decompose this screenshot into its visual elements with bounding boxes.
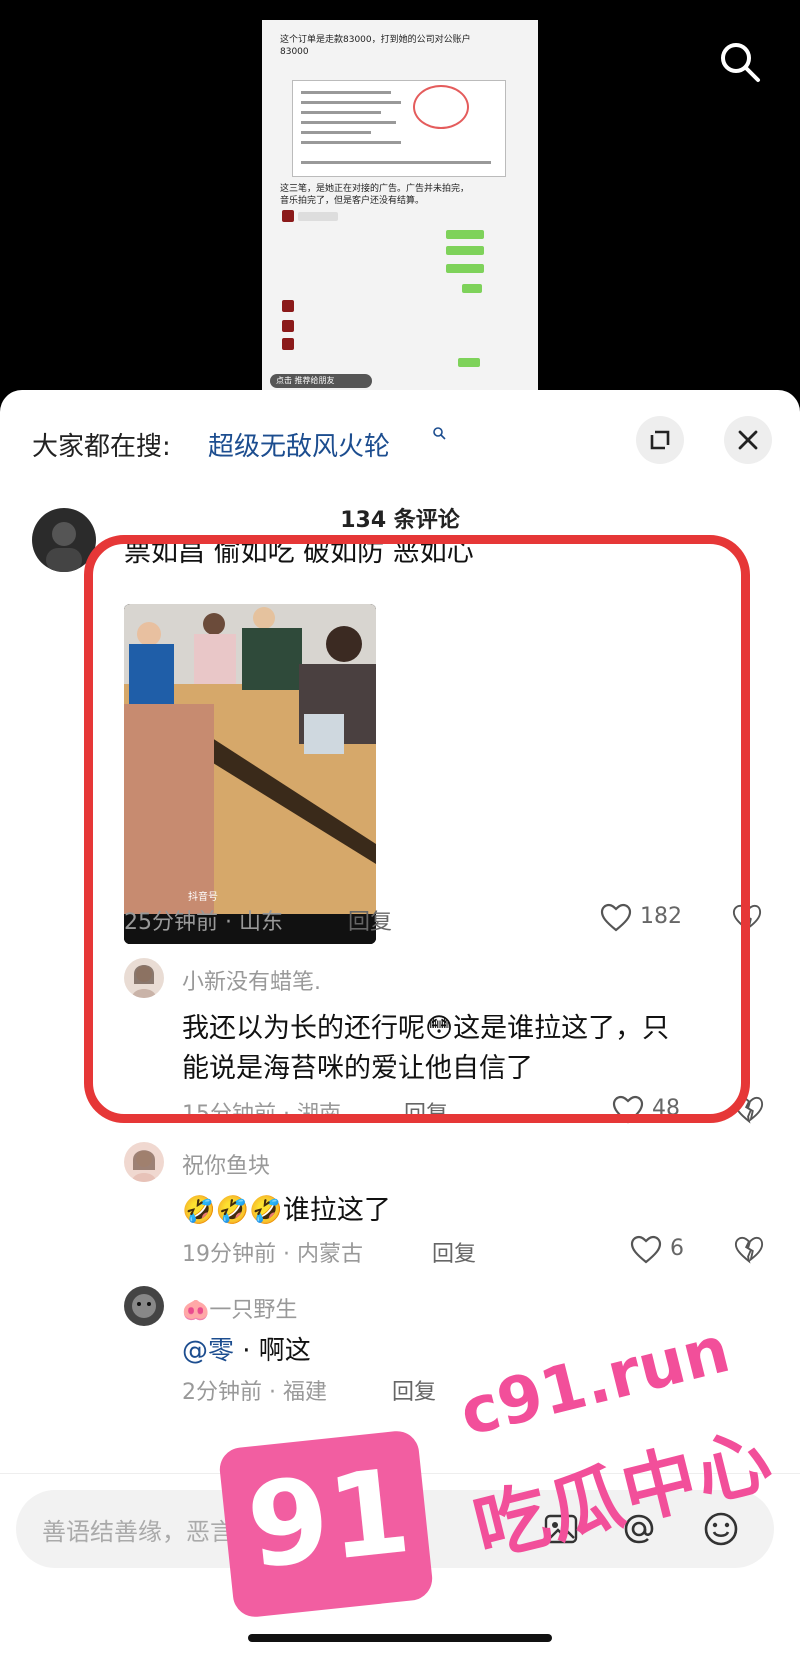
reply-button[interactable]: 回复	[392, 1374, 436, 1406]
seal-stamp	[413, 85, 469, 129]
trending-prefix: 大家都在搜:	[32, 432, 171, 462]
avatar[interactable]	[124, 1142, 164, 1182]
video-player[interactable]: 这个订单是走款83000，打到她的公司对公账户 83000 这三笔，是她正在对接…	[0, 0, 800, 400]
home-indicator	[248, 1634, 552, 1642]
close-icon[interactable]	[724, 416, 772, 464]
share-hint: 点击 推荐给朋友	[270, 374, 372, 388]
comment-body: · 啊这	[234, 1336, 311, 1366]
like-count: 6	[670, 1236, 684, 1261]
mention-link[interactable]: @零	[182, 1336, 234, 1366]
video-frame: 这个订单是走款83000，打到她的公司对公账户 83000 这三笔，是她正在对接…	[262, 20, 538, 390]
video-caption-line3: 这三笔，是她正在对接的广告。广告并未拍完，	[280, 184, 470, 194]
watermark-number: 91	[241, 1443, 417, 1596]
video-caption-line2: 83000	[280, 47, 309, 57]
comment-meta: 19分钟前 · 内蒙古	[182, 1242, 363, 1267]
username[interactable]: 🐽一只野生	[182, 1292, 297, 1324]
video-caption-line1: 这个订单是走款83000，打到她的公司对公账户	[280, 35, 471, 45]
username[interactable]: 祝你鱼块	[182, 1148, 270, 1180]
reply-button[interactable]: 回复	[432, 1236, 476, 1268]
comment-meta: 2分钟前 · 福建	[182, 1380, 327, 1405]
broken-heart-icon[interactable]	[734, 1235, 764, 1265]
search-small-icon	[432, 426, 446, 444]
comment-text: 🤣🤣🤣谁拉这了	[182, 1195, 391, 1226]
expand-icon[interactable]	[636, 416, 684, 464]
search-icon[interactable]	[718, 40, 762, 84]
comment-text: @零 · 啊这	[182, 1330, 311, 1367]
document-image	[292, 80, 506, 177]
heart-icon[interactable]	[630, 1235, 662, 1265]
trending-query-link[interactable]: 超级无敌风火轮	[208, 426, 390, 463]
avatar[interactable]	[124, 1286, 164, 1326]
highlight-frame	[84, 535, 750, 1123]
video-caption-line4: 音乐拍完了，但是客户还没有结算。	[280, 196, 425, 206]
